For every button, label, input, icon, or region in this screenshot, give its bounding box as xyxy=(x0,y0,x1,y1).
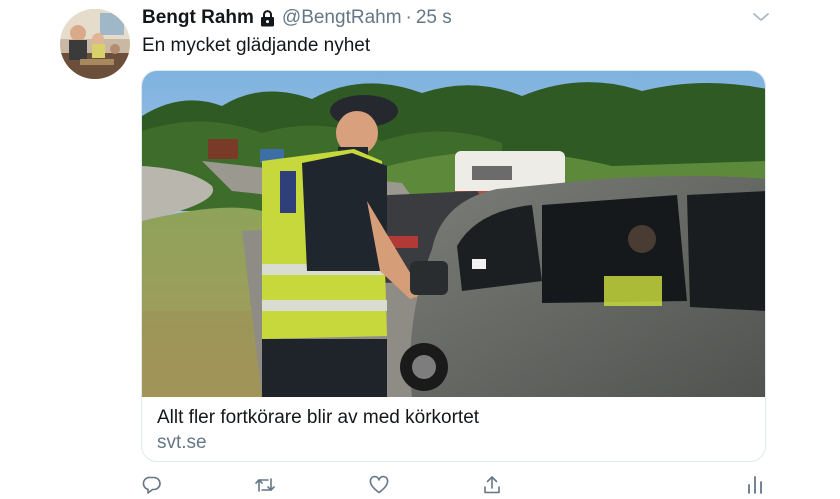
link-card[interactable]: Allt fler fortkörare blir av med körkort… xyxy=(141,70,766,462)
analytics-icon[interactable] xyxy=(744,474,766,496)
tweet-text: En mycket glädjande nyhet xyxy=(142,35,371,56)
chevron-down-icon[interactable] xyxy=(752,10,770,24)
heart-icon[interactable] xyxy=(368,474,390,496)
author-name[interactable]: Bengt Rahm xyxy=(142,7,254,29)
lock-icon xyxy=(260,9,275,27)
retweet-icon[interactable] xyxy=(254,474,276,496)
card-domain: svt.se xyxy=(157,432,207,453)
tweet-header: Bengt Rahm @BengtRahm · 25 s xyxy=(142,7,452,29)
card-title[interactable]: Allt fler fortkörare blir av med körkort… xyxy=(157,407,479,429)
share-icon[interactable] xyxy=(481,474,503,496)
author-handle[interactable]: @BengtRahm xyxy=(282,7,402,29)
card-image[interactable] xyxy=(142,71,766,397)
timestamp[interactable]: 25 s xyxy=(416,7,452,29)
separator-dot: · xyxy=(405,7,412,28)
reply-icon[interactable] xyxy=(141,474,163,496)
avatar[interactable] xyxy=(60,9,130,79)
